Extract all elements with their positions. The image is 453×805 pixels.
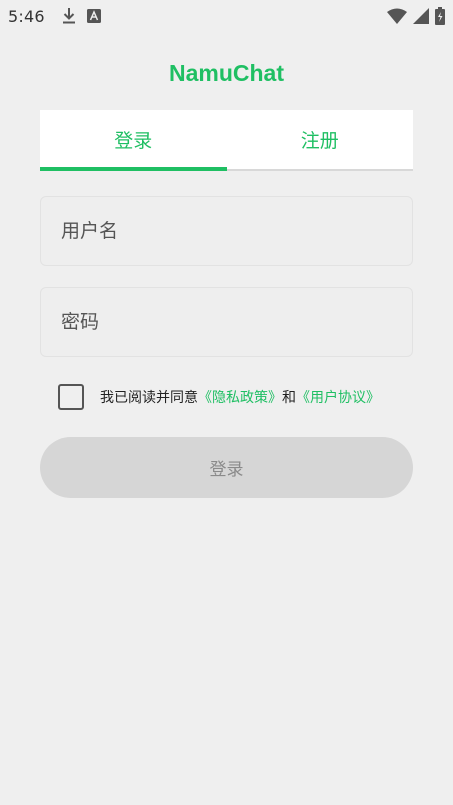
a-badge-icon [86,9,101,23]
tab-register[interactable]: 注册 [227,110,414,169]
wifi-icon [387,8,407,24]
user-agreement-link[interactable]: 《用户协议》 [296,390,380,406]
agreement-checkbox[interactable] [58,384,84,410]
username-field [40,196,413,266]
app-title: NamuChat [168,60,284,86]
password-input[interactable] [61,288,412,356]
status-time: 5:46 [8,6,45,26]
agreement-row: 我已阅读并同意《隐私政策》和《用户协议》 [58,384,380,410]
password-field [40,287,413,357]
username-input[interactable] [61,197,412,265]
status-left-icons [61,7,101,25]
cell-signal-icon [413,8,429,24]
status-right-icons [387,7,445,25]
download-icon [61,7,77,25]
login-button[interactable]: 登录 [40,437,413,498]
auth-tabs: 登录 注册 [40,110,413,171]
agreement-text: 我已阅读并同意《隐私政策》和《用户协议》 [100,387,380,407]
agreement-joiner: 和 [282,390,296,406]
privacy-policy-link[interactable]: 《隐私政策》 [198,390,282,406]
status-bar: 5:46 [0,0,453,32]
tab-login[interactable]: 登录 [40,110,227,171]
agreement-prefix: 我已阅读并同意 [100,390,198,406]
login-screen: 5:46 NamuChat 登录 注册 用户名 我已阅读并同意《隐私政策》和《用… [0,0,453,805]
battery-icon [435,7,445,25]
